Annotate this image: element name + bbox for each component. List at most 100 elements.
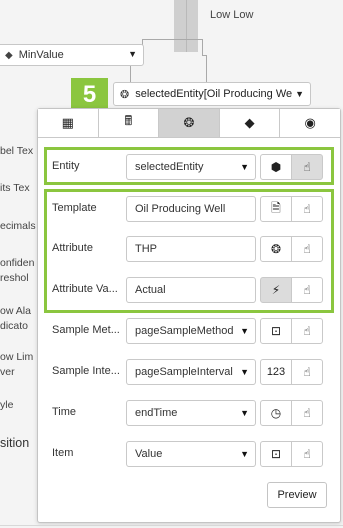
plug-icon: ⚡ [271, 283, 281, 297]
property-label: dicato [0, 320, 29, 332]
element-icon: ❂ [270, 242, 282, 256]
caret-down-icon: ▼ [240, 367, 249, 377]
sample-method-value: pageSampleMethod [135, 325, 234, 337]
property-label: ver [0, 366, 15, 378]
tag-icon: ◆ [244, 115, 255, 130]
time-row: Time endTime ▼ ◷ ☝ [52, 400, 332, 426]
bottom-divider [0, 525, 343, 526]
attribute-row: Attribute THP ❂ ☝ [52, 236, 332, 262]
connector-line [206, 55, 207, 82]
caret-down-icon: ▼ [240, 408, 249, 418]
table-icon: ▦ [61, 115, 74, 130]
entity-label: Entity [52, 160, 80, 172]
selected-entity-dropdown[interactable]: ❂ selectedEntity[Oil Producing We ▼ [113, 82, 311, 106]
attribute-input[interactable]: THP [126, 236, 256, 262]
element-icon: ❂ [183, 115, 195, 130]
sample-method-pointer-button[interactable]: ☝ [291, 318, 323, 344]
property-label: ecimals [0, 220, 36, 232]
sample-interval-number-button[interactable]: 123 [260, 359, 292, 385]
select-box-icon: ⊡ [270, 324, 282, 338]
time-dropdown[interactable]: endTime ▼ [126, 400, 256, 426]
popup-tab-bar: ▦ 🖩 ❂ ◆ ◉ [38, 109, 340, 138]
property-label: reshol [0, 272, 29, 284]
caret-down-icon: ▼ [128, 49, 137, 59]
atom-icon: ❂ [120, 88, 130, 101]
time-pointer-button[interactable]: ☝ [291, 400, 323, 426]
time-value: endTime [135, 407, 178, 419]
entity-pointer-button[interactable]: ☝ [291, 154, 323, 180]
time-clock-button[interactable]: ◷ [260, 400, 292, 426]
pointer-icon: ☝ [303, 202, 311, 216]
tab-element[interactable]: ❂ [159, 109, 220, 137]
pointer-icon: ☝ [303, 160, 311, 174]
background-low-low-label: Low Low [210, 9, 254, 21]
pointer-icon: ☝ [303, 324, 311, 338]
preview-button[interactable]: Preview [267, 482, 327, 508]
min-value-text: MinValue [18, 49, 64, 61]
attribute-value-value: Actual [135, 284, 166, 296]
sample-method-row: Sample Met... pageSampleMethod ▼ ⊡ ☝ [52, 318, 332, 344]
sample-method-label: Sample Met... [52, 324, 120, 336]
property-label: yle [0, 399, 14, 411]
attribute-value-row: Attribute Va... Actual ⚡ ☝ [52, 277, 332, 303]
document-icon: 🗎 [271, 200, 281, 215]
property-label: onfiden [0, 257, 35, 269]
caret-down-icon: ▼ [240, 162, 249, 172]
item-row: Item Value ▼ ⊡ ☝ [52, 441, 332, 467]
template-value: Oil Producing Well [135, 203, 226, 215]
hexagon-icon: ⬢ [270, 160, 282, 174]
item-dropdown[interactable]: Value ▼ [126, 441, 256, 467]
template-row: Template Oil Producing Well 🗎 ☝ [52, 196, 332, 222]
sample-interval-value: pageSampleInterval [135, 366, 233, 378]
item-pointer-button[interactable]: ☝ [291, 441, 323, 467]
property-label: ow Ala [0, 305, 31, 317]
attribute-value-label: Attribute Va... [52, 283, 118, 295]
connector-line [202, 39, 203, 55]
item-select-button[interactable]: ⊡ [260, 441, 292, 467]
calculator-icon: 🖩 [124, 113, 133, 128]
attribute-element-button[interactable]: ❂ [260, 236, 292, 262]
attribute-value: THP [135, 243, 157, 255]
caret-down-icon: ▼ [240, 326, 249, 336]
attribute-pointer-button[interactable]: ☝ [291, 236, 323, 262]
attribute-value-plug-button[interactable]: ⚡ [260, 277, 292, 303]
sample-interval-pointer-button[interactable]: ☝ [291, 359, 323, 385]
template-input[interactable]: Oil Producing Well [126, 196, 256, 222]
target-icon: ◉ [304, 115, 316, 130]
clock-icon: ◷ [270, 406, 282, 420]
pointer-icon: ☝ [303, 365, 311, 379]
pointer-icon: ☝ [303, 242, 311, 256]
number-icon: 123 [266, 366, 286, 378]
selected-entity-text: selectedEntity[Oil Producing We [135, 88, 293, 100]
tab-tag[interactable]: ◆ [219, 109, 281, 137]
tab-target[interactable]: ◉ [280, 109, 340, 137]
entity-hexagon-button[interactable]: ⬢ [260, 154, 292, 180]
pointer-icon: ☝ [303, 283, 311, 297]
pointer-icon: ☝ [303, 406, 311, 420]
entity-row: Entity selectedEntity ▼ ⬢ ☝ [52, 154, 332, 180]
property-label: its Tex [0, 182, 30, 194]
template-pointer-button[interactable]: ☝ [291, 196, 323, 222]
template-document-button[interactable]: 🗎 [260, 196, 292, 222]
sample-interval-row: Sample Inte... pageSampleInterval ▼ 123 … [52, 359, 332, 385]
entity-dropdown[interactable]: selectedEntity ▼ [126, 154, 256, 180]
sample-interval-dropdown[interactable]: pageSampleInterval ▼ [126, 359, 256, 385]
min-value-dropdown[interactable]: ◆ MinValue ▼ [0, 44, 144, 66]
entity-value: selectedEntity [135, 161, 204, 173]
connector-line [142, 39, 202, 40]
property-label: ow Lim [0, 351, 34, 363]
property-label: sition [0, 436, 30, 450]
item-value: Value [135, 448, 163, 460]
caret-down-icon: ▼ [240, 449, 249, 459]
tab-table[interactable]: ▦ [38, 109, 99, 137]
attribute-value-pointer-button[interactable]: ☝ [291, 277, 323, 303]
tag-icon: ◆ [5, 49, 13, 61]
property-label: bel Tex [0, 145, 34, 157]
step-badge: 5 [71, 78, 108, 111]
time-label: Time [52, 406, 77, 418]
sample-method-dropdown[interactable]: pageSampleMethod ▼ [126, 318, 256, 344]
sample-interval-label: Sample Inte... [52, 365, 120, 377]
sample-method-select-button[interactable]: ⊡ [260, 318, 292, 344]
tab-calculator[interactable]: 🖩 [98, 109, 160, 137]
attribute-value-input[interactable]: Actual [126, 277, 256, 303]
